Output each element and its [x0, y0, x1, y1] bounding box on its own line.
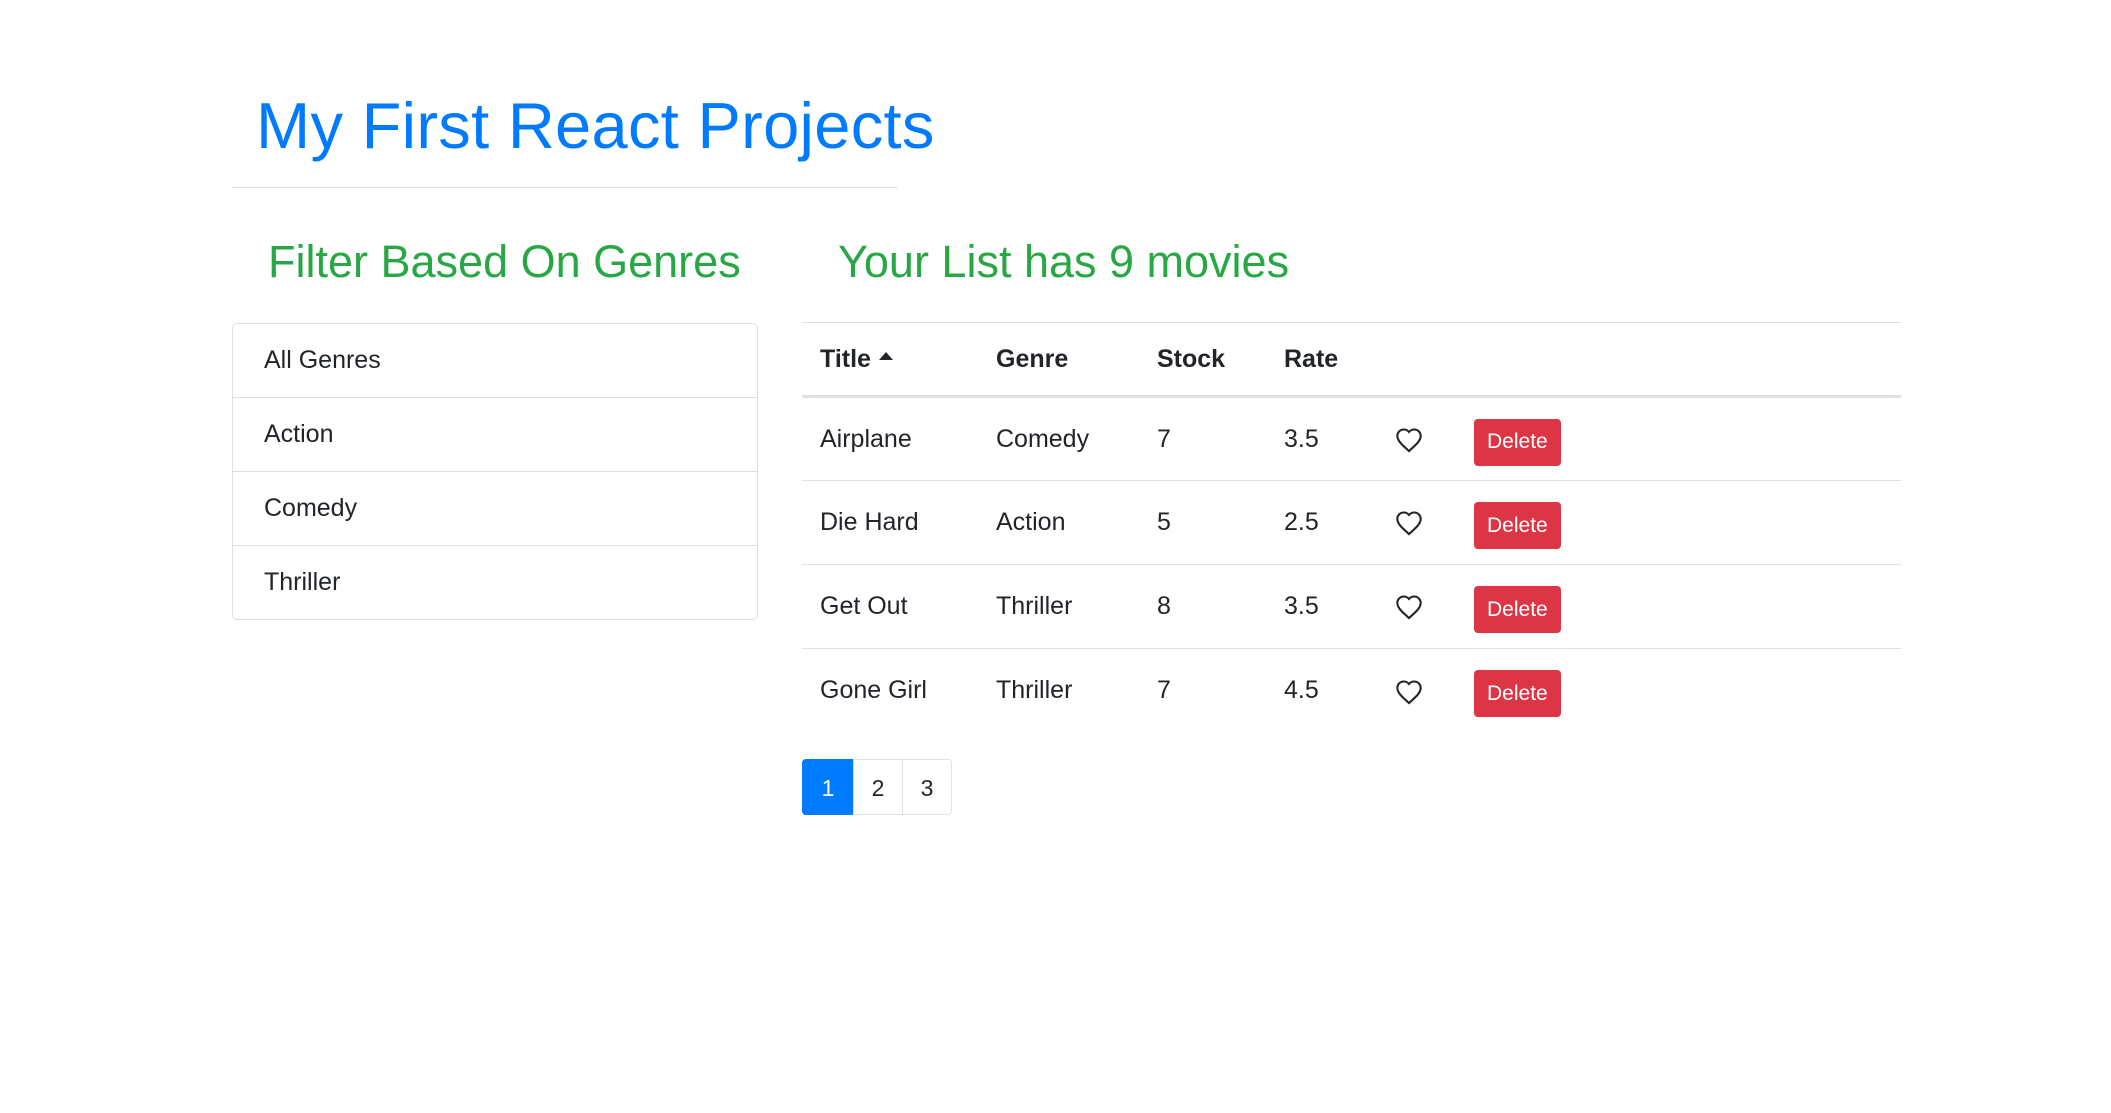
cell-title: Airplane [820, 424, 912, 453]
column-header-genre[interactable]: Genre [978, 323, 1139, 397]
cell-stock: 8 [1157, 592, 1171, 620]
table-header-row: Title Genre Stock Rate [802, 322, 1901, 397]
genre-list: All Genres Action Comedy Thriller [232, 323, 758, 620]
column-header-stock[interactable]: Stock [1139, 323, 1266, 397]
cell-title: Gone Girl [820, 676, 927, 705]
movies-table: Title Genre Stock Rate Airplane Comedy 7… [802, 322, 1901, 733]
column-header-like [1377, 323, 1456, 397]
delete-button[interactable]: Delete [1474, 502, 1561, 549]
cell-stock: 5 [1157, 508, 1171, 536]
pagination: 1 2 3 [802, 759, 952, 815]
column-header-rate[interactable]: Rate [1266, 323, 1377, 397]
genre-item-action[interactable]: Action [233, 397, 757, 471]
cell-actions: Delete [1456, 481, 1901, 565]
heart-outline-icon[interactable] [1395, 679, 1423, 705]
cell-rate: 3.5 [1284, 424, 1319, 453]
cell-stock: 7 [1157, 676, 1171, 705]
cell-like [1377, 649, 1456, 733]
cell-genre: Thriller [996, 592, 1073, 620]
cell-rate: 2.5 [1284, 508, 1319, 536]
cell-title: Die Hard [820, 508, 919, 536]
title-divider [232, 187, 898, 188]
heart-outline-icon[interactable] [1395, 510, 1423, 536]
cell-like [1377, 565, 1456, 649]
movie-count-heading: Your List has 9 movies [838, 236, 1290, 287]
caret-up-icon [878, 351, 893, 360]
table-row: Airplane Comedy 7 3.5 Delete [802, 397, 1901, 481]
column-header-title-label: Title [820, 344, 871, 373]
genre-item-all-genres[interactable]: All Genres [233, 324, 757, 397]
page-link-2[interactable]: 2 [853, 759, 903, 815]
genre-filter-heading: Filter Based On Genres [268, 236, 741, 287]
column-header-actions [1456, 323, 1901, 397]
page-link-1[interactable]: 1 [802, 759, 854, 815]
cell-like [1377, 481, 1456, 565]
heart-outline-icon[interactable] [1395, 594, 1423, 620]
cell-actions: Delete [1456, 565, 1901, 649]
cell-title: Get Out [820, 592, 908, 620]
heart-outline-icon[interactable] [1395, 427, 1423, 453]
delete-button[interactable]: Delete [1474, 586, 1561, 633]
delete-button[interactable]: Delete [1474, 418, 1561, 466]
table-row: Get Out Thriller 8 3.5 Delete [802, 565, 1901, 649]
page-link-3[interactable]: 3 [902, 759, 952, 815]
column-header-title[interactable]: Title [802, 323, 978, 397]
table-row: Gone Girl Thriller 7 4.5 Delete [802, 649, 1901, 733]
genre-item-comedy[interactable]: Comedy [233, 471, 757, 545]
cell-genre: Comedy [996, 424, 1090, 453]
cell-actions: Delete [1456, 397, 1901, 481]
cell-rate: 4.5 [1284, 676, 1319, 705]
cell-actions: Delete [1456, 649, 1901, 733]
cell-genre: Thriller [996, 676, 1073, 705]
cell-stock: 7 [1157, 424, 1171, 453]
page-title: My First React Projects [256, 89, 935, 162]
cell-genre: Action [996, 508, 1066, 536]
cell-rate: 3.5 [1284, 592, 1319, 620]
table-row: Die Hard Action 5 2.5 Delete [802, 481, 1901, 565]
delete-button[interactable]: Delete [1474, 670, 1561, 718]
cell-like [1377, 397, 1456, 481]
genre-item-thriller[interactable]: Thriller [233, 545, 757, 619]
